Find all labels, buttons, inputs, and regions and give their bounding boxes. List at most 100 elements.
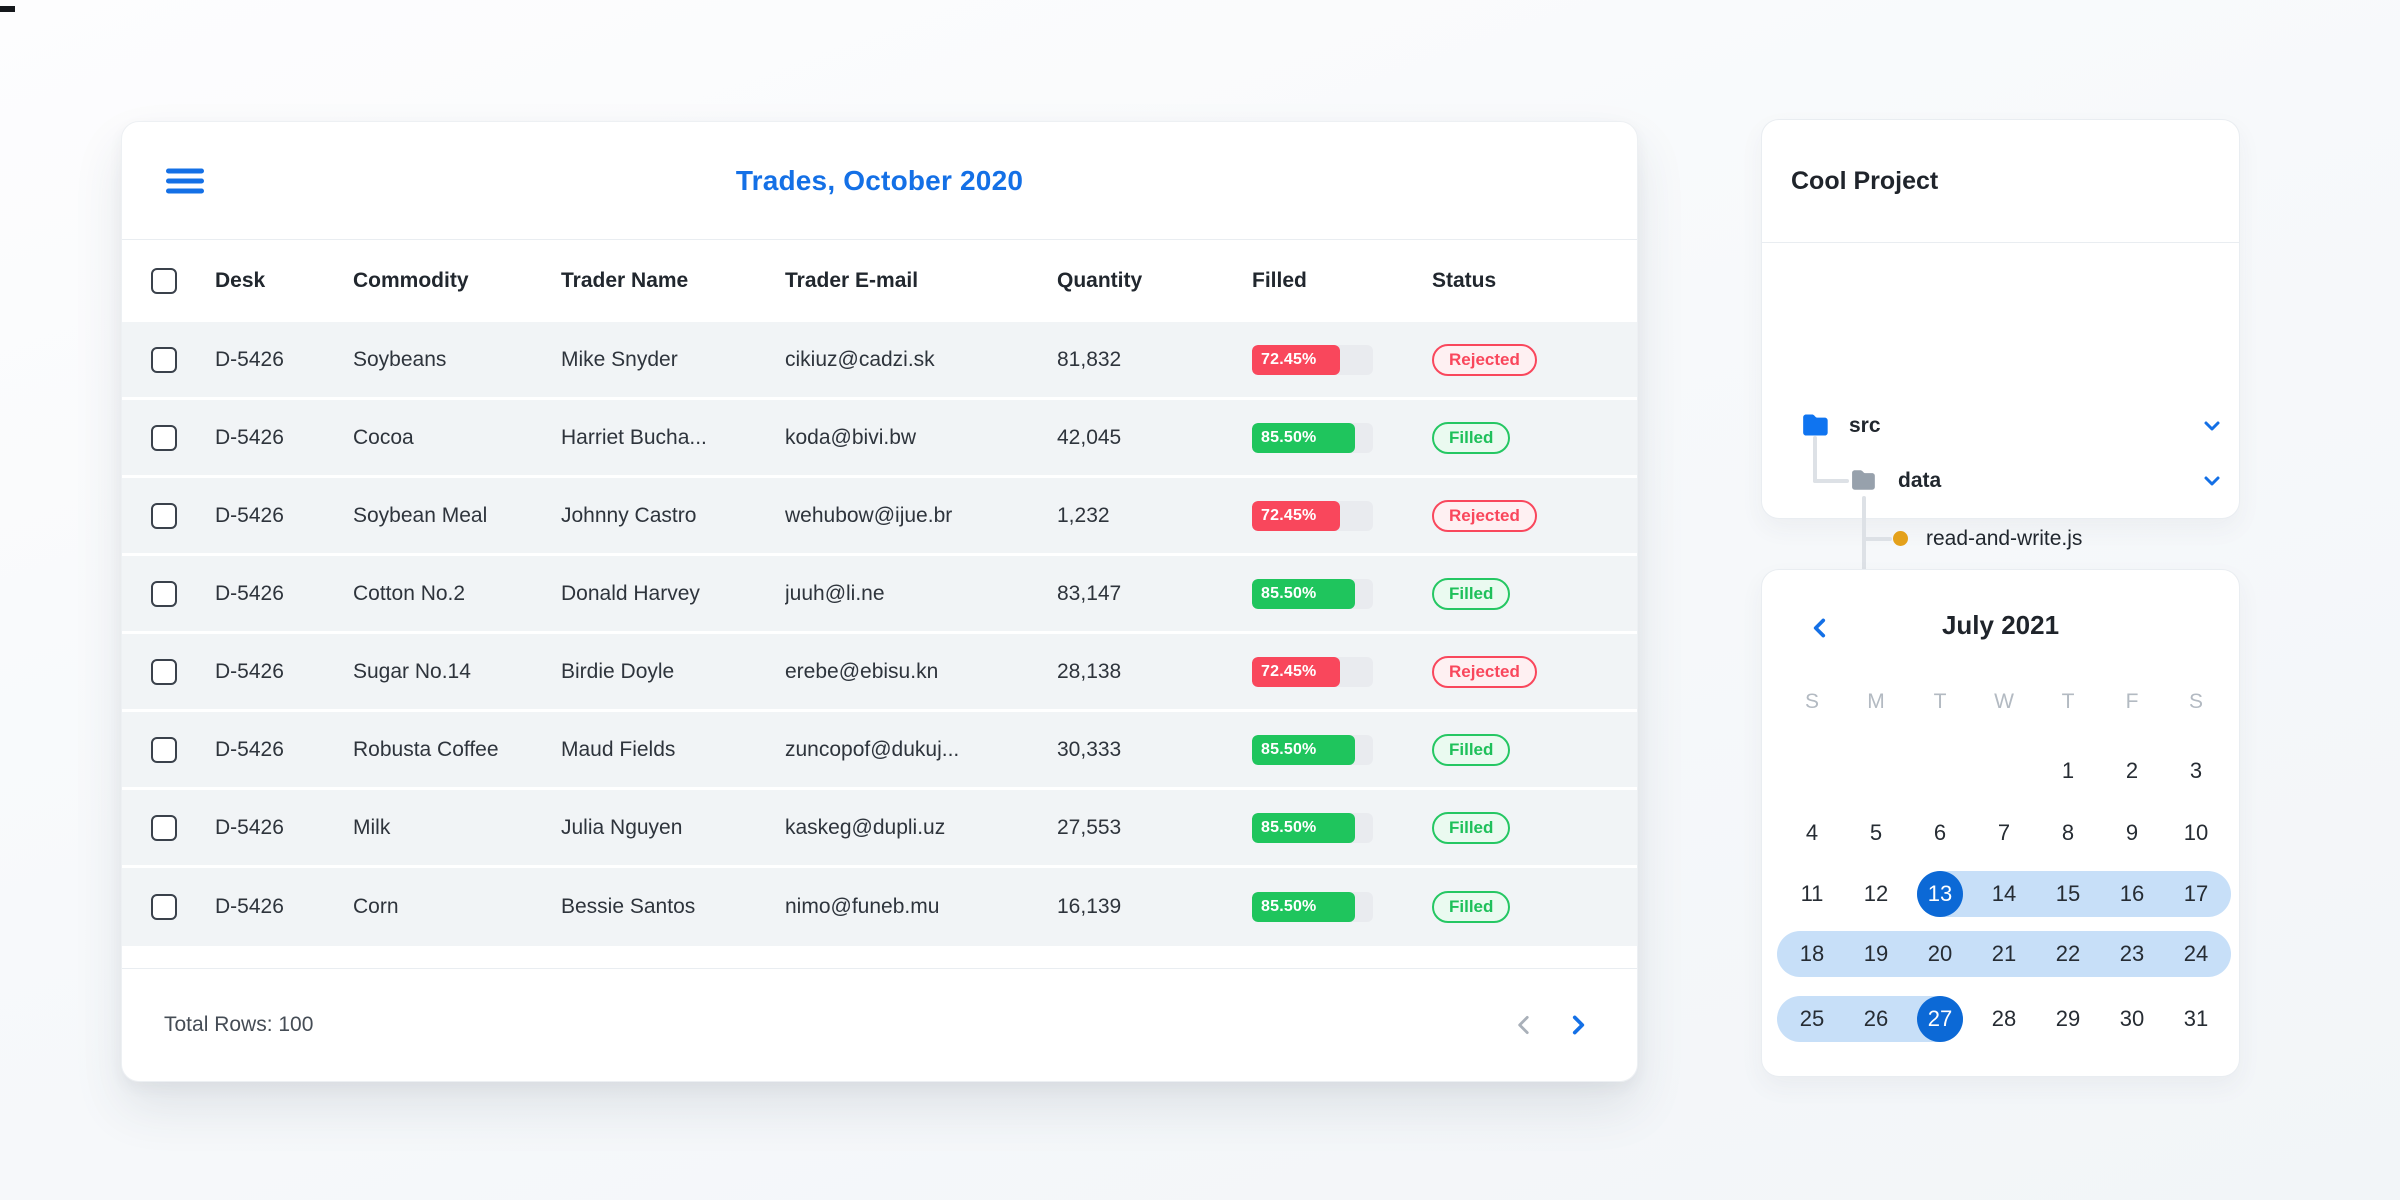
status-cell: Filled [1432, 891, 1608, 923]
row-checkbox[interactable] [151, 424, 177, 451]
chevron-down-icon[interactable] [2200, 469, 2224, 493]
trader-email-cell: cikiuz@cadzi.sk [785, 347, 935, 371]
quantity-cell: 16,139 [1057, 895, 1122, 918]
calendar-day[interactable]: 28 [1972, 996, 2036, 1042]
calendar-day[interactable]: 12 [1844, 871, 1908, 917]
column-header-trader-email: Trader E-mail [785, 269, 919, 292]
calendar-day[interactable]: 3 [2164, 748, 2228, 794]
trader-email-cell: nimo@funeb.mu [785, 895, 940, 918]
calendar-day[interactable]: 22 [2036, 931, 2100, 977]
calendar-day[interactable]: 6 [1908, 810, 1972, 856]
calendar-day[interactable]: 29 [2036, 996, 2100, 1042]
trader-email-cell: zuncopof@dukuj... [785, 737, 960, 761]
calendar-day[interactable]: 11 [1780, 871, 1844, 917]
row-checkbox-cell [151, 580, 215, 607]
row-checkbox[interactable] [151, 894, 177, 920]
quantity-cell: 28,138 [1057, 659, 1122, 683]
progress-bar-fill: 72.45% [1252, 500, 1340, 531]
status-cell: Rejected [1432, 343, 1608, 376]
calendar-day[interactable]: 13 [1908, 871, 1972, 917]
calendar-day[interactable]: 18 [1780, 931, 1844, 977]
hamburger-menu-icon[interactable] [166, 163, 204, 198]
calendar-day[interactable]: 4 [1780, 810, 1844, 856]
progress-bar-fill: 85.50% [1252, 422, 1356, 453]
commodity-cell: Soybean Meal [353, 503, 488, 527]
desk-cell: D-5426 [215, 737, 284, 761]
screenshot-artifact [0, 6, 15, 12]
table-row[interactable]: D-5426 Milk Julia Nguyen kaskeg@dupli.uz 27,… [122, 790, 1637, 868]
calendar-day[interactable]: 30 [2100, 996, 2164, 1042]
calendar-day[interactable]: 8 [2036, 810, 2100, 856]
row-checkbox[interactable] [151, 658, 177, 685]
next-page-button[interactable] [1563, 1010, 1593, 1040]
tree-item-data[interactable] [1762, 459, 2239, 503]
calendar-selected-day[interactable]: 13 [1917, 871, 1963, 917]
calendar-day[interactable]: 7 [1972, 810, 2036, 856]
calendar-day[interactable]: 24 [2164, 931, 2228, 977]
desk-cell: D-5426 [215, 659, 284, 683]
calendar-day[interactable]: 2 [2100, 748, 2164, 794]
progress-bar: 72.45% [1252, 344, 1373, 375]
row-checkbox[interactable] [151, 346, 177, 373]
row-checkbox-cell [151, 736, 215, 763]
quantity-cell: 1,232 [1057, 503, 1110, 527]
calendar-day[interactable]: 16 [2100, 871, 2164, 917]
table-row[interactable]: D-5426 Cotton No.2 Donald Harvey juuh@li.ne… [122, 556, 1637, 634]
calendar-weekday-header: SMTWTFS [1780, 690, 2228, 714]
select-all-checkbox[interactable] [151, 268, 177, 294]
tree-label-src: src [1849, 414, 1881, 437]
progress-bar: 72.45% [1252, 656, 1373, 687]
calendar-day[interactable]: 27 [1908, 996, 1972, 1042]
weekday-label: M [1867, 690, 1885, 713]
filled-cell: 85.50% [1252, 892, 1432, 922]
row-checkbox-cell [151, 346, 215, 373]
row-checkbox-cell [151, 814, 215, 841]
tree-item-src[interactable] [1762, 404, 2239, 448]
calendar-day[interactable]: 26 [1844, 996, 1908, 1042]
calendar-day[interactable]: 10 [2164, 810, 2228, 856]
row-checkbox[interactable] [151, 736, 177, 763]
calendar-day[interactable]: 1 [2036, 748, 2100, 794]
commodity-cell: Cotton No.2 [353, 581, 466, 605]
filled-cell: 85.50% [1252, 734, 1432, 765]
trader-email-cell: erebe@ebisu.kn [785, 659, 939, 683]
calendar-day[interactable]: 31 [2164, 996, 2228, 1042]
table-row[interactable]: D-5426 Soybean Meal Johnny Castro wehubow@i… [122, 478, 1637, 556]
chevron-down-icon[interactable] [2200, 414, 2224, 438]
trader-name-cell: Birdie Doyle [561, 659, 675, 683]
calendar-day[interactable]: 23 [2100, 931, 2164, 977]
calendar-day[interactable]: 19 [1844, 931, 1908, 977]
table-row[interactable]: D-5426 Soybeans Mike Snyder cikiuz@cadzi.sk… [122, 322, 1637, 400]
table-row[interactable]: D-5426 Corn Bessie Santos nimo@funeb.mu 16,1… [122, 868, 1637, 946]
calendar-day[interactable]: 9 [2100, 810, 2164, 856]
desk-cell: D-5426 [215, 503, 284, 527]
table-row[interactable]: D-5426 Robusta Coffee Maud Fields zuncopof@… [122, 712, 1637, 790]
table-row[interactable]: D-5426 Cocoa Harriet Bucha... koda@bivi.bw 4… [122, 400, 1637, 478]
calendar-day[interactable]: 21 [1972, 931, 2036, 977]
progress-bar-fill: 85.50% [1252, 578, 1356, 609]
row-checkbox[interactable] [151, 580, 177, 607]
calendar-day[interactable]: 5 [1844, 810, 1908, 856]
pagination [1509, 1010, 1593, 1040]
table-title: Trades, October 2020 [735, 164, 1024, 196]
commodity-cell: Soybeans [353, 347, 447, 371]
commodity-cell: Milk [353, 815, 391, 839]
desk-cell: D-5426 [215, 425, 284, 449]
calendar-cells: 18 19 20 21 22 23 24 [1780, 931, 2228, 977]
calendar-day[interactable]: 17 [2164, 871, 2228, 917]
calendar-selected-day[interactable]: 27 [1917, 996, 1963, 1042]
calendar-day[interactable]: 20 [1908, 931, 1972, 977]
trader-name-cell: Mike Snyder [561, 347, 678, 371]
weekday-label: S [2188, 690, 2203, 713]
calendar-day[interactable]: 15 [2036, 871, 2100, 917]
row-checkbox[interactable] [151, 814, 177, 841]
table-row[interactable]: D-5426 Sugar No.14 Birdie Doyle erebe@ebisu… [122, 634, 1637, 712]
row-checkbox[interactable] [151, 502, 177, 529]
desk-cell: D-5426 [215, 347, 284, 371]
calendar-day[interactable]: 25 [1780, 996, 1844, 1042]
calendar-day[interactable]: 14 [1972, 871, 2036, 917]
chevron-left-icon [1518, 1016, 1529, 1034]
previous-page-button[interactable] [1509, 1010, 1539, 1040]
calendar-week-row: 4 5 6 7 8 9 10 [1780, 810, 2228, 856]
trader-name-cell: Harriet Bucha... [561, 425, 707, 449]
